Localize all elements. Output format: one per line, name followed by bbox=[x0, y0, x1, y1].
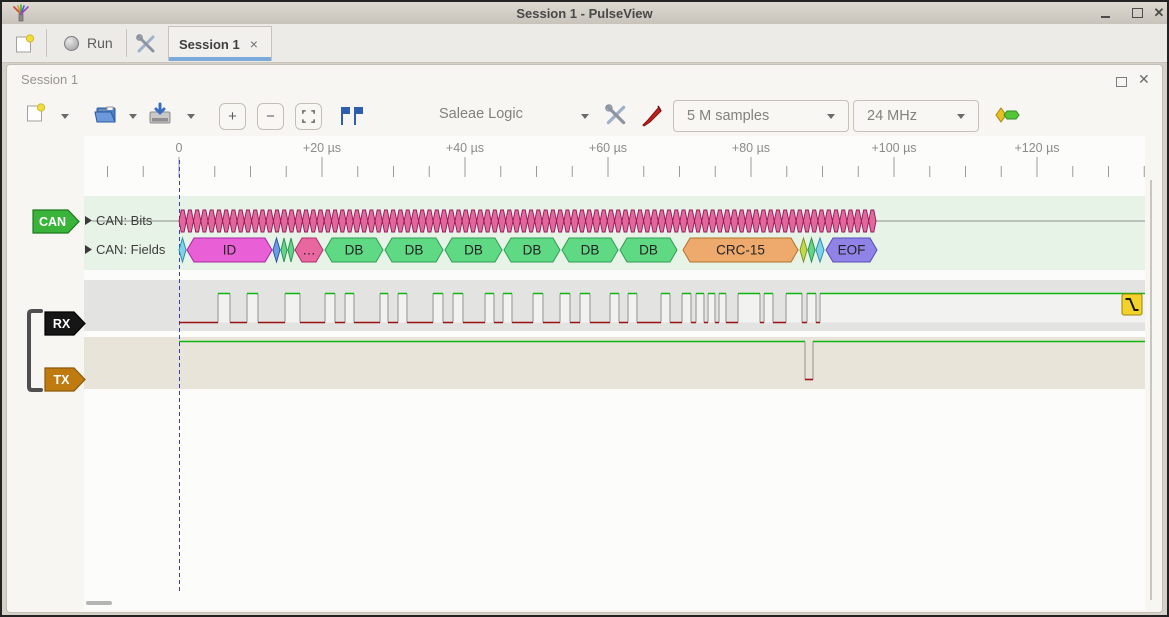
dock-close-icon[interactable]: ✕ bbox=[1138, 71, 1150, 88]
sample-count-value: 5 M samples bbox=[687, 108, 769, 124]
close-button[interactable]: ✕ bbox=[1150, 2, 1168, 24]
tab-label: Session 1 bbox=[179, 37, 240, 52]
protocol-decoder-icon[interactable] bbox=[995, 106, 1023, 124]
window-title: Session 1 - PulseView bbox=[516, 6, 652, 21]
sample-rate-value: 24 MHz bbox=[867, 108, 917, 124]
sample-count-combobox[interactable]: 5 M samples bbox=[673, 100, 849, 132]
sample-rate-dropdown-icon bbox=[957, 114, 965, 119]
channels-wrench-icon[interactable] bbox=[604, 103, 628, 127]
zoom-fit-icon bbox=[301, 109, 316, 124]
title-bar[interactable]: Session 1 - PulseView ✕ bbox=[2, 2, 1167, 25]
zoom-fit-button[interactable] bbox=[295, 103, 322, 130]
run-button[interactable]: Run bbox=[58, 24, 119, 62]
save-file-icon[interactable] bbox=[147, 102, 173, 126]
minimize-button[interactable] bbox=[1096, 2, 1114, 24]
zoom-in-button[interactable]: + bbox=[219, 103, 246, 130]
session-toolbar: + − Saleae Logic bbox=[7, 97, 1162, 135]
zoom-out-button[interactable]: − bbox=[257, 103, 284, 130]
toolbar-separator bbox=[46, 29, 47, 57]
open-file-icon[interactable] bbox=[93, 102, 119, 126]
new-session-icon[interactable] bbox=[15, 34, 35, 54]
tab-session-1[interactable]: Session 1 × bbox=[168, 26, 272, 61]
device-select[interactable]: Saleae Logic bbox=[439, 106, 523, 122]
new-file-icon[interactable] bbox=[26, 103, 46, 123]
new-file-dropdown-icon[interactable] bbox=[61, 114, 69, 119]
pulseview-window: Session 1 - PulseView ✕ Run Session 1 × … bbox=[0, 0, 1169, 617]
trigger-flags-icon[interactable] bbox=[338, 105, 366, 127]
run-state-icon bbox=[64, 36, 79, 51]
open-file-dropdown-icon[interactable] bbox=[129, 114, 137, 119]
dock-float-icon[interactable] bbox=[1116, 77, 1127, 87]
device-dropdown-icon[interactable] bbox=[581, 114, 589, 119]
settings-wrench-icon[interactable] bbox=[135, 33, 157, 55]
tab-close-icon[interactable]: × bbox=[250, 36, 258, 52]
sample-count-dropdown-icon bbox=[827, 114, 835, 119]
maximize-button[interactable] bbox=[1128, 2, 1146, 24]
sample-rate-combobox[interactable]: 24 MHz bbox=[853, 100, 979, 132]
main-toolbar: Run Session 1 × bbox=[2, 24, 1167, 63]
run-label: Run bbox=[87, 35, 113, 51]
app-logo-icon bbox=[12, 4, 30, 22]
save-file-dropdown-icon[interactable] bbox=[187, 114, 195, 119]
dock-title: Session 1 bbox=[21, 72, 78, 87]
toolbar-separator bbox=[126, 29, 127, 57]
session-dock: Session 1 ✕ + − bbox=[6, 64, 1163, 613]
probe-icon[interactable] bbox=[639, 102, 665, 128]
